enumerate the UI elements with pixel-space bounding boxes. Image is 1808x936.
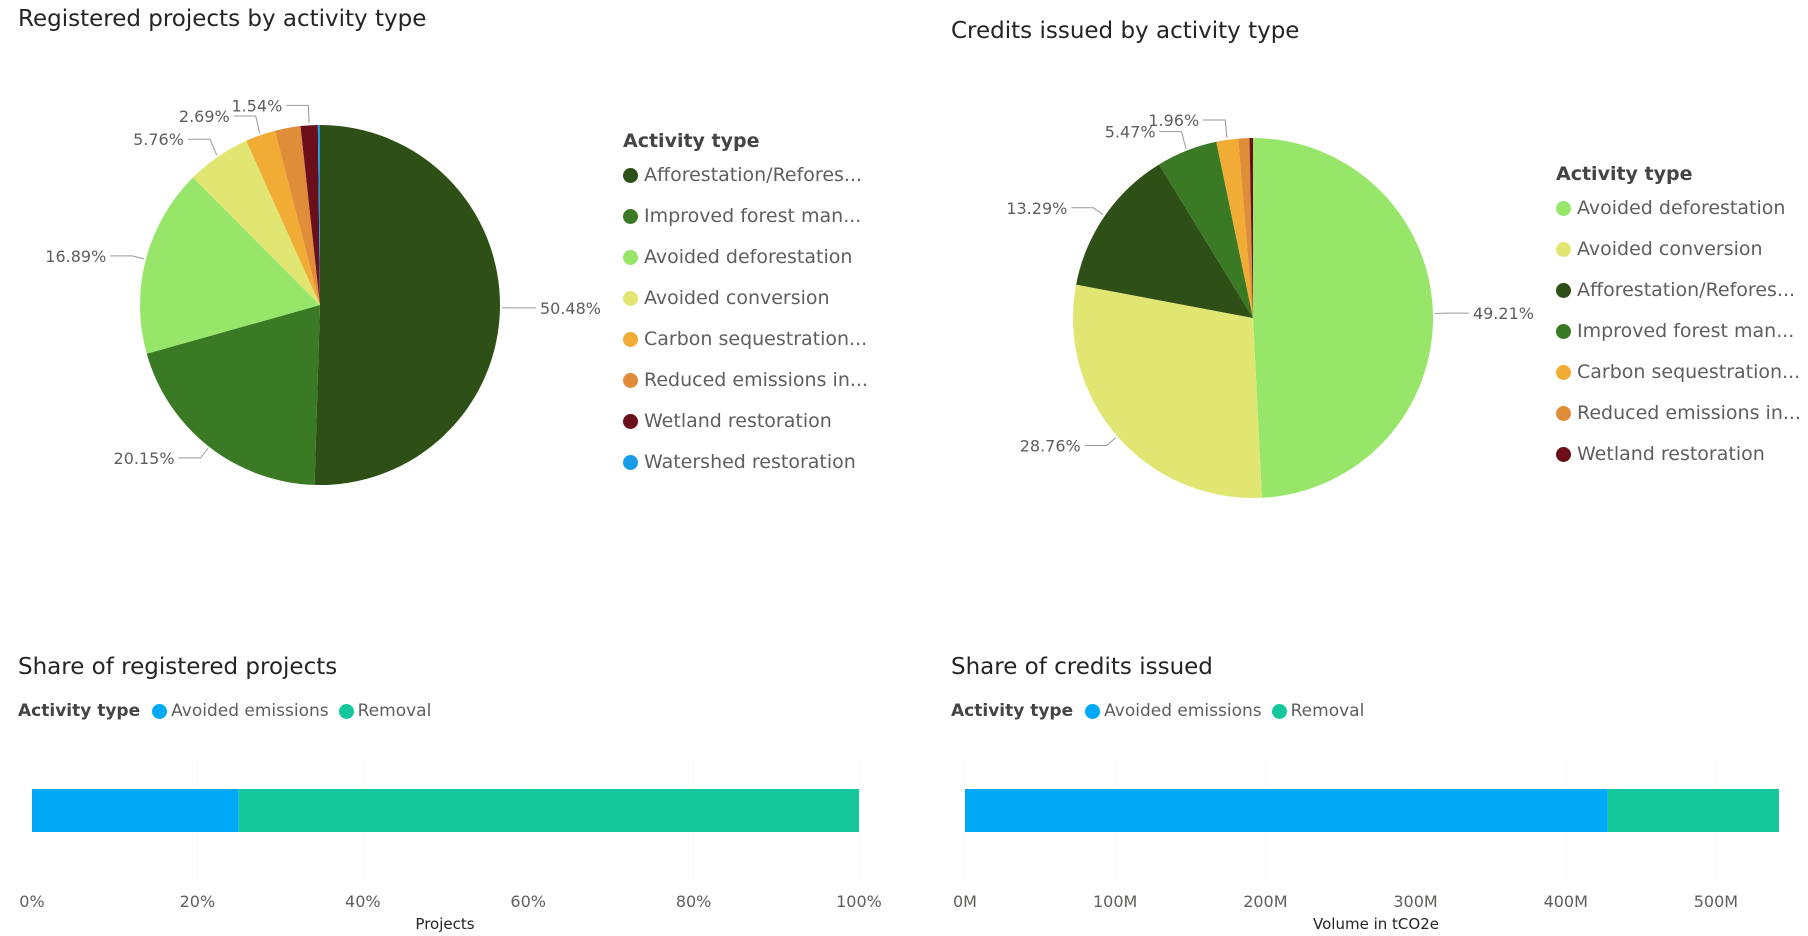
legend-dot-icon (1085, 703, 1101, 719)
legend-label: Reduced emissions in... (644, 369, 868, 391)
legend-item[interactable]: Carbon sequestration... (1556, 361, 1801, 402)
legend-item[interactable]: Removal (1271, 701, 1365, 721)
legend-item[interactable]: Avoided conversion (1556, 238, 1801, 279)
legend-dot-icon (623, 291, 638, 306)
legend-label: Watershed restoration (644, 451, 856, 473)
legend-dot-icon (1556, 201, 1571, 216)
legend-label: Afforestation/Refores... (1577, 279, 1796, 301)
legend-label: Removal (357, 701, 432, 721)
legend-item[interactable]: Avoided deforestation (1556, 197, 1801, 238)
legend-item[interactable]: Removal (338, 701, 432, 721)
legend-dot-icon (1556, 242, 1571, 257)
legend-dot-icon (623, 414, 638, 429)
legend-label: Avoided conversion (644, 287, 830, 309)
legend-label: Avoided deforestation (644, 246, 853, 268)
legend-title: Activity type (951, 701, 1074, 721)
bar-chart-share-credits: 0M 100M 200M 300M 400M 500M Volume in tCO2e (953, 760, 1779, 933)
legend-dot-icon (623, 168, 638, 183)
pie1-legend: Activity type Afforestation/Refores... Im… (623, 130, 868, 492)
bar-segment[interactable] (965, 789, 1608, 832)
legend-item[interactable]: Wetland restoration (623, 410, 868, 451)
legend-item[interactable]: Carbon sequestration... (623, 328, 868, 369)
legend-dot-icon (623, 209, 638, 224)
x-tick-label: 0M (953, 892, 977, 911)
legend-label: Afforestation/Refores... (644, 164, 863, 186)
x-tick-label: 100M (1093, 892, 1137, 911)
legend-dot-icon (1556, 324, 1571, 339)
legend-dot-icon (1271, 703, 1287, 719)
legend-item[interactable]: Reduced emissions in... (1556, 402, 1801, 443)
bar2-legend: Activity type Avoided emissions Removal (951, 701, 1374, 721)
legend-label: Carbon sequestration... (644, 328, 868, 350)
pie2-legend: Activity type Avoided deforestation Avoid… (1556, 163, 1801, 484)
bar1-legend: Activity type Avoided emissions Removal (18, 701, 441, 721)
x-tick-label: 500M (1694, 892, 1738, 911)
legend-item[interactable]: Avoided emissions (152, 701, 329, 721)
x-tick-label: 300M (1393, 892, 1437, 911)
x-tick-label: 200M (1243, 892, 1287, 911)
legend-dot-icon (623, 373, 638, 388)
bar-segment[interactable] (1607, 789, 1779, 832)
legend-label: Removal (1290, 701, 1365, 721)
legend-item[interactable]: Improved forest man... (1556, 320, 1801, 361)
legend-dot-icon (623, 455, 638, 470)
legend-dot-icon (623, 250, 638, 265)
legend-dot-icon (152, 703, 168, 719)
legend-dot-icon (338, 703, 354, 719)
legend-title: Activity type (18, 701, 141, 721)
legend-item[interactable]: Avoided emissions (1085, 701, 1262, 721)
legend-title: Activity type (623, 130, 760, 152)
legend-title: Activity type (1556, 163, 1693, 185)
legend-item[interactable]: Improved forest man... (623, 205, 868, 246)
legend-dot-icon (1556, 365, 1571, 380)
legend-item[interactable]: Avoided deforestation (623, 246, 868, 287)
legend-label: Avoided emissions (1104, 701, 1262, 721)
legend-item[interactable]: Afforestation/Refores... (1556, 279, 1801, 320)
legend-label: Improved forest man... (1577, 320, 1795, 342)
legend-label: Avoided deforestation (1577, 197, 1786, 219)
legend-label: Avoided emissions (171, 701, 329, 721)
legend-label: Carbon sequestration... (1577, 361, 1801, 383)
x-tick-label: 400M (1544, 892, 1588, 911)
legend-label: Wetland restoration (1577, 443, 1765, 465)
legend-item[interactable]: Avoided conversion (623, 287, 868, 328)
legend-item[interactable]: Wetland restoration (1556, 443, 1801, 484)
legend-dot-icon (1556, 283, 1571, 298)
legend-dot-icon (1556, 406, 1571, 421)
legend-item[interactable]: Afforestation/Refores... (623, 164, 868, 205)
legend-label: Wetland restoration (644, 410, 832, 432)
legend-label: Improved forest man... (644, 205, 862, 227)
legend-dot-icon (1556, 447, 1571, 462)
legend-label: Avoided conversion (1577, 238, 1763, 260)
legend-dot-icon (623, 332, 638, 347)
legend-item[interactable]: Reduced emissions in... (623, 369, 868, 410)
legend-item[interactable]: Watershed restoration (623, 451, 868, 492)
legend-label: Reduced emissions in... (1577, 402, 1801, 424)
x-axis-title: Volume in tCO2e (1313, 915, 1439, 933)
